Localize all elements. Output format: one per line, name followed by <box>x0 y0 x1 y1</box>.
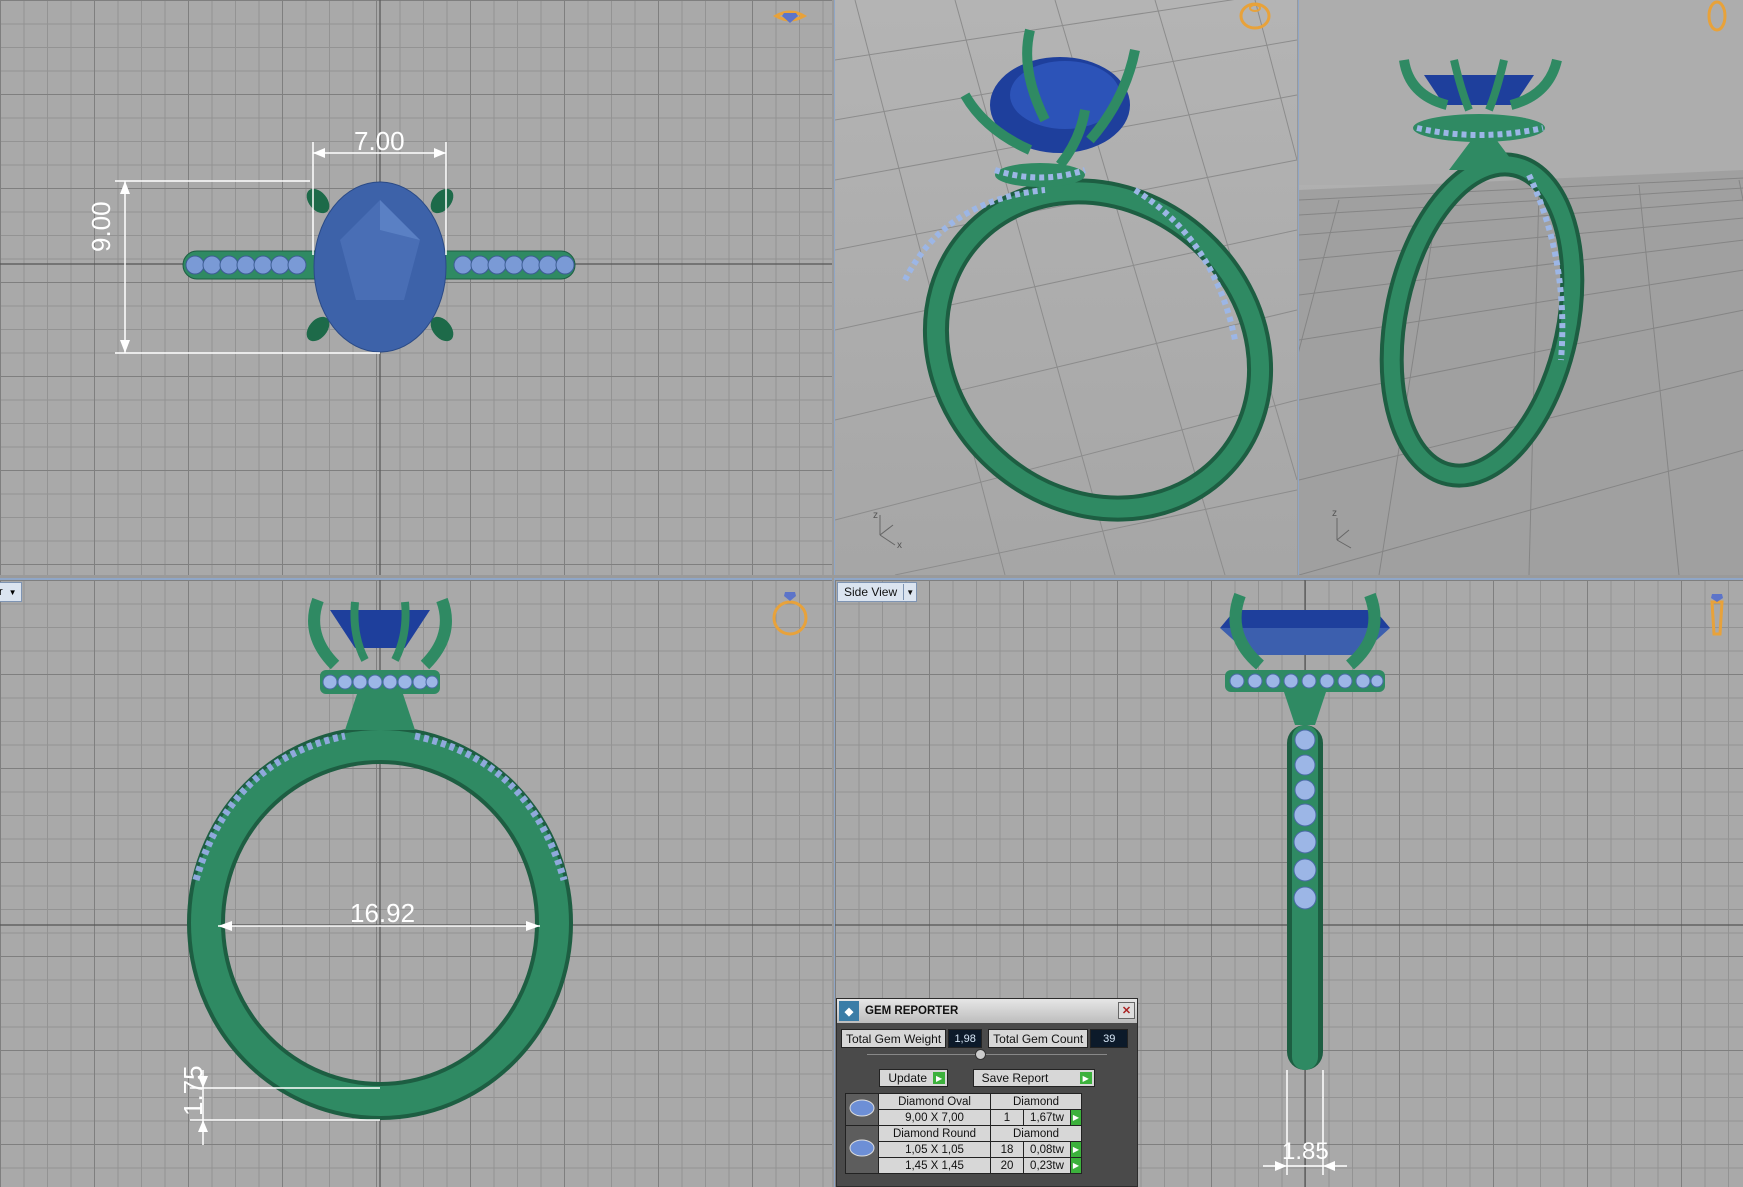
oval-gem-thumbnail <box>845 1093 879 1126</box>
dim-shank-side-label: 1.85 <box>1282 1138 1329 1165</box>
play-icon: ▶ <box>1079 1072 1092 1084</box>
top-view-canvas <box>0 0 832 575</box>
dim-height-label: 9.00 <box>86 201 116 252</box>
gem-weight: 0,08tw <box>1023 1141 1071 1158</box>
dim-inner-diameter-label: 16.92 <box>350 898 416 928</box>
gem-reporter-icon: ◆ <box>839 1001 859 1021</box>
total-gem-weight-label: Total Gem Weight <box>841 1029 947 1048</box>
perspective-viewport[interactable]: z x <box>834 0 1297 575</box>
save-report-button[interactable]: Save Report ▶ <box>972 1069 1095 1087</box>
gem-weight: 1,67tw <box>1023 1109 1071 1126</box>
panel-divider <box>867 1049 1107 1060</box>
round-gem-thumbnail <box>845 1125 879 1174</box>
front-view-canvas <box>0 580 832 1187</box>
gem-table: Diamond Oval Diamond 9,00 X 7,00 1 1,67t… <box>845 1093 1082 1174</box>
dim-width-label: 7.00 <box>354 126 405 156</box>
ring-persp <box>902 28 1274 522</box>
viewport-label-dropdown[interactable]: r▼ <box>0 582 22 602</box>
axis-gizmo-persp <box>879 515 896 546</box>
gem-name: Diamond Round <box>878 1125 991 1142</box>
oval-gem-top <box>313 181 447 353</box>
perspective-canvas: z x <box>835 0 1297 575</box>
perspective-orientation-icon <box>1239 2 1271 30</box>
table-row: 1,05 X 1,05 18 0,08tw ▶ <box>846 1141 1082 1158</box>
side-view-dropdown[interactable]: Side View ▼ <box>837 582 918 602</box>
total-gem-weight-value: 1,98 <box>948 1029 983 1048</box>
row-action-icon[interactable]: ▶ <box>1070 1157 1082 1174</box>
axis-z-label: z <box>873 510 878 521</box>
axis-z-label-right: z <box>1332 508 1337 519</box>
side-orientation-icon <box>1710 594 1724 636</box>
chevron-down-icon: ▼ <box>903 584 916 600</box>
gem-reporter-titlebar[interactable]: ◆ GEM REPORTER ✕ <box>837 999 1137 1023</box>
table-row: Diamond Oval Diamond <box>845 1093 1082 1126</box>
gem-reporter-panel: ◆ GEM REPORTER ✕ Total Gem Weight 1,98 T… <box>836 998 1138 1187</box>
gem-weight: 0,23tw <box>1023 1157 1071 1174</box>
front-viewport[interactable]: r▼ 16.92 1.75 <box>0 578 832 1187</box>
gem-count: 18 <box>990 1141 1024 1158</box>
gem-count: 20 <box>990 1157 1024 1174</box>
gem-material: Diamond <box>990 1093 1082 1110</box>
top-viewport[interactable]: 7.00 9.00 <box>0 0 832 575</box>
gem-size: 1,05 X 1,05 <box>878 1141 991 1158</box>
close-icon[interactable]: ✕ <box>1118 1002 1135 1019</box>
row-action-icon[interactable]: ▶ <box>1070 1109 1082 1126</box>
right-viewport[interactable]: z <box>1298 0 1743 575</box>
gem-reporter-title: GEM REPORTER <box>865 1005 959 1017</box>
row-action-icon[interactable]: ▶ <box>1070 1141 1082 1158</box>
axis-x-label: x <box>897 540 902 551</box>
collapse-handle[interactable] <box>975 1049 986 1060</box>
total-gem-count-label: Total Gem Count <box>988 1029 1089 1048</box>
gem-orientation-icon <box>772 10 808 23</box>
right-view-canvas: z <box>1299 0 1743 575</box>
gem-size: 9,00 X 7,00 <box>878 1109 991 1126</box>
table-row: 1,45 X 1,45 20 0,23tw ▶ <box>846 1157 1082 1174</box>
gem-material: Diamond <box>990 1125 1082 1142</box>
table-row: 9,00 X 7,00 1 1,67tw ▶ <box>846 1109 1082 1126</box>
table-row: Diamond Round Diamond <box>845 1125 1082 1174</box>
total-gem-count-value: 39 <box>1090 1029 1129 1048</box>
front-orientation-icon <box>772 592 808 636</box>
gem-count: 1 <box>990 1109 1024 1126</box>
dim-shank-front-label: 1.75 <box>178 1065 208 1116</box>
gem-size: 1,45 X 1,45 <box>878 1157 991 1174</box>
side-view-label: Side View <box>844 585 898 599</box>
play-icon: ▶ <box>933 1072 946 1084</box>
update-button[interactable]: Update ▶ <box>879 1069 949 1087</box>
gem-name: Diamond Oval <box>878 1093 991 1110</box>
